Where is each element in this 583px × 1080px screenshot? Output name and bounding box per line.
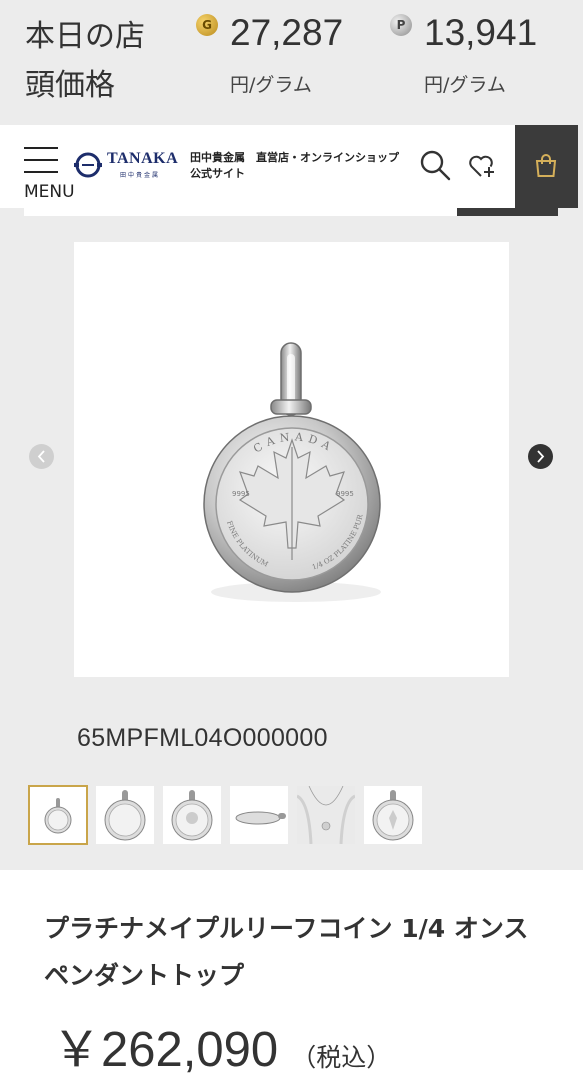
price-row: ￥262,090 （税込） (52, 1010, 391, 1080)
thumbnail-1[interactable] (28, 785, 88, 845)
product-info: プラチナメイプルリーフコイン 1/4 オンス ペンダントトップ ￥262,090… (0, 870, 583, 1080)
search-icon[interactable] (419, 149, 451, 181)
coin-thumb-icon (372, 790, 414, 841)
tanaka-logo-icon[interactable] (74, 151, 102, 179)
thumbnail-2[interactable] (96, 786, 154, 844)
product-sku: 65MPFML04O000000 (77, 724, 328, 752)
price-ticker: 本日の店頭価格 G 27,287 円/グラム P 13,941 円/グラム (0, 0, 583, 125)
cart-button[interactable] (515, 125, 578, 208)
header-shadow-bar (24, 208, 457, 216)
gallery-next-button[interactable] (528, 444, 553, 469)
thumbnail-3[interactable] (163, 786, 221, 844)
chevron-left-icon (37, 450, 45, 463)
thumbnail-6[interactable] (364, 786, 422, 844)
gold-price-value: 27,287 (230, 12, 344, 53)
menu-label[interactable]: MENU (24, 182, 75, 202)
ticker-label: 本日の店頭価格 (25, 19, 145, 103)
coin-purity-right: 9995 (336, 490, 354, 498)
platinum-coin-pendant-image: CANADA 9995 9995 FINE PLATINUM 1/4 OZ PL… (203, 342, 381, 602)
menu-button[interactable] (24, 147, 58, 175)
shopping-bag-icon (535, 154, 557, 177)
coin-thumb-icon (44, 798, 72, 834)
site-tagline: 田中貴金属 直営店・オンラインショップ 公式サイト (190, 151, 399, 180)
platinum-badge-icon: P (390, 14, 412, 36)
gold-badge-icon: G (196, 14, 218, 36)
thumbnail-4[interactable] (230, 786, 288, 844)
logo-wordmark[interactable]: TANAKA (107, 150, 178, 168)
coin-thumb-icon (235, 811, 286, 825)
chevron-right-icon (537, 450, 545, 463)
platinum-price-value: 13,941 (424, 12, 538, 53)
coin-purity-left: 9995 (232, 490, 250, 498)
platinum-price-unit: 円/グラム (424, 74, 506, 96)
product-price: ￥262,090 (52, 1023, 279, 1077)
header-dark-bar (457, 208, 558, 216)
logo-subtext: 田中貴金属 (120, 172, 161, 179)
product-main-image[interactable]: CANADA 9995 9995 FINE PLATINUM 1/4 OZ PL… (74, 242, 509, 677)
gold-price-unit: 円/グラム (230, 74, 312, 96)
heart-plus-icon[interactable] (468, 152, 496, 180)
product-title: プラチナメイプルリーフコイン 1/4 オンス ペンダントトップ (44, 914, 529, 990)
tax-note: （税込） (291, 1043, 392, 1072)
gallery-prev-button[interactable] (29, 444, 54, 469)
model-thumb-icon (296, 785, 356, 845)
coin-thumb-icon (171, 790, 213, 841)
coin-thumb-icon (104, 790, 146, 841)
thumbnail-5[interactable] (296, 785, 356, 845)
site-header: MENU TANAKA 田中貴金属 田中貴金属 直営店・オンラインショップ 公式… (0, 125, 578, 208)
